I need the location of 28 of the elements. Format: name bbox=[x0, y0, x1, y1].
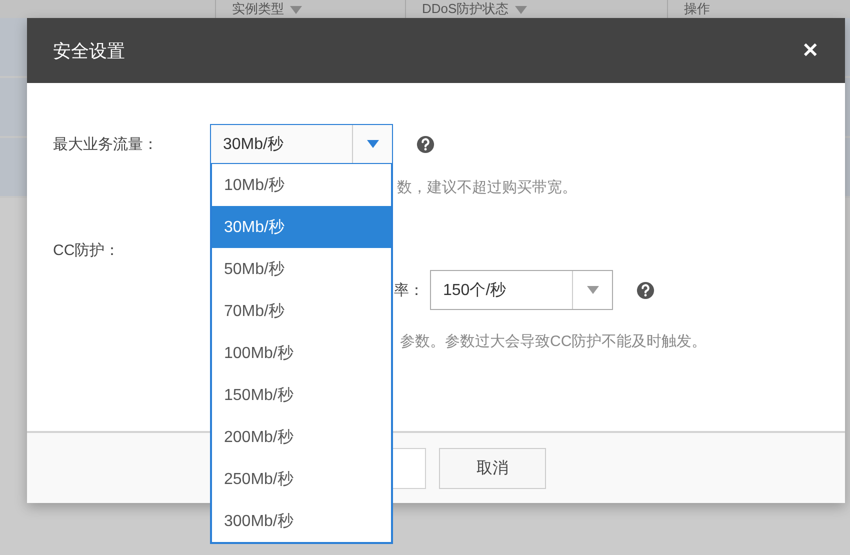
rate-select[interactable]: 150个/秒 bbox=[430, 270, 613, 310]
dropdown-caret-icon bbox=[366, 140, 378, 148]
dropdown-caret-icon bbox=[586, 286, 598, 294]
dropdown-option[interactable]: 250Mb/秒 bbox=[212, 458, 391, 500]
dropdown-option[interactable]: 70Mb/秒 bbox=[212, 290, 391, 332]
dropdown-option[interactable]: 200Mb/秒 bbox=[212, 416, 391, 458]
column-header[interactable]: 实例类型 bbox=[232, 0, 284, 18]
hint-text: 数，建议不超过购买带宽。 bbox=[397, 178, 577, 196]
field-label: 率： bbox=[394, 280, 424, 300]
dropdown-option[interactable]: 150Mb/秒 bbox=[212, 374, 391, 416]
column-header[interactable]: DDoS防护状态 bbox=[422, 0, 509, 18]
field-label: 最大业务流量： bbox=[53, 134, 159, 154]
hint-text: 参数。参数过大会导致CC防护不能及时触发。 bbox=[400, 332, 707, 350]
sort-caret-icon bbox=[290, 6, 302, 14]
dropdown-option[interactable]: 50Mb/秒 bbox=[212, 248, 391, 290]
help-icon[interactable] bbox=[416, 134, 435, 154]
dropdown-option[interactable]: 300Mb/秒 bbox=[212, 500, 391, 542]
dropdown-option[interactable]: 30Mb/秒 bbox=[212, 206, 391, 248]
dialog-title: 安全设置 bbox=[53, 40, 125, 62]
dropdown-option[interactable]: 100Mb/秒 bbox=[212, 332, 391, 374]
sort-caret-icon bbox=[514, 6, 527, 14]
dropdown-option[interactable]: 10Mb/秒 bbox=[212, 164, 391, 206]
column-header[interactable]: 操作 bbox=[684, 0, 710, 18]
help-icon[interactable] bbox=[636, 280, 655, 300]
field-label: CC防护： bbox=[53, 240, 121, 260]
cancel-button[interactable]: 取消 bbox=[439, 448, 546, 488]
close-button[interactable]: ✕ bbox=[802, 38, 819, 63]
traffic-select[interactable]: 30Mb/秒 bbox=[210, 124, 393, 164]
